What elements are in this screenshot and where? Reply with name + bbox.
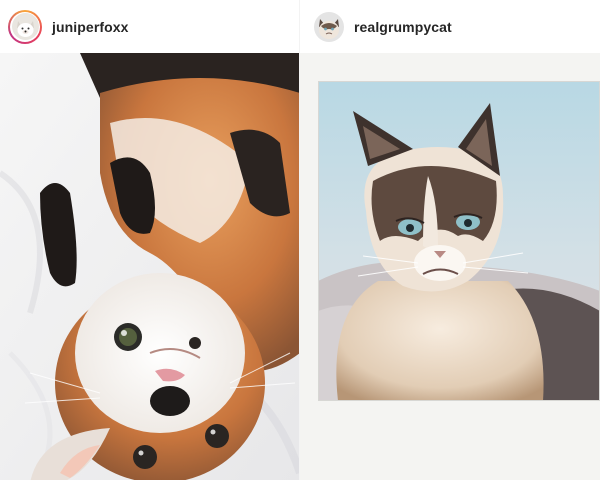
cat-photo xyxy=(318,81,600,401)
post-realgrumpycat: realgrumpycat xyxy=(300,0,600,480)
fox-avatar-icon xyxy=(11,13,39,40)
story-ring[interactable] xyxy=(8,9,42,44)
username[interactable]: realgrumpycat xyxy=(354,19,452,35)
grumpy-cat-avatar-icon[interactable] xyxy=(314,11,344,42)
fox-photo xyxy=(0,53,300,480)
post-header: juniperfoxx xyxy=(0,0,300,53)
username[interactable]: juniperfoxx xyxy=(52,19,129,35)
post-header: realgrumpycat xyxy=(300,0,600,53)
polaroid-frame xyxy=(300,53,600,480)
post-juniperfoxx: juniperfoxx xyxy=(0,0,300,480)
